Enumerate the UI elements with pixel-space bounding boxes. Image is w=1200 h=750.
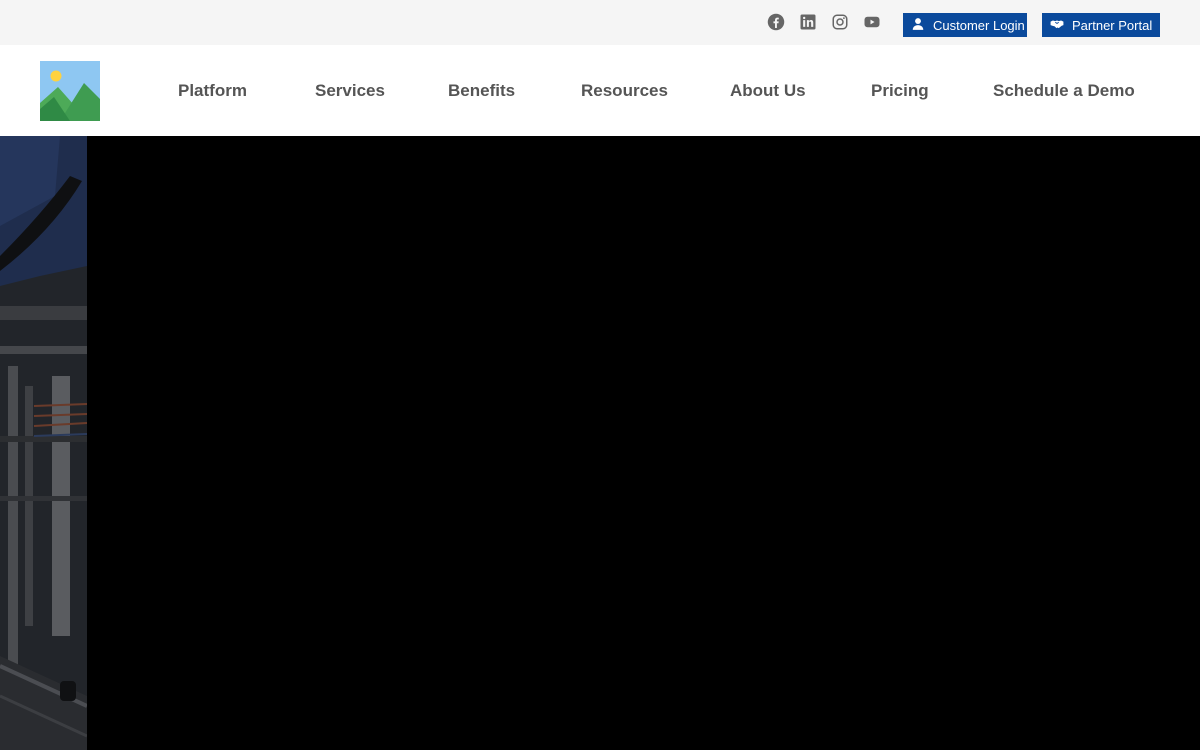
nav-item-pricing[interactable]: Pricing [871,80,929,102]
facebook-icon[interactable] [766,12,786,32]
partner-portal-button[interactable]: Partner Portal [1042,13,1160,37]
nav-item-services[interactable]: Services [315,80,385,102]
nav-item-about-us[interactable]: About Us [730,80,806,102]
hero-background-image [0,136,87,750]
partner-portal-label: Partner Portal [1072,17,1153,33]
nav-item-platform[interactable]: Platform [178,80,247,102]
customer-login-button[interactable]: Customer Login [903,13,1027,37]
nav-item-schedule-demo[interactable]: Schedule a Demo [993,80,1135,102]
top-utility-bar: Customer Login Partner Portal [0,0,1200,45]
handshake-icon [1050,17,1064,34]
nav-item-benefits[interactable]: Benefits [448,80,515,102]
image-placeholder-icon [40,61,100,121]
customer-login-label: Customer Login [933,17,1025,33]
youtube-icon[interactable] [862,12,882,32]
nav-item-resources[interactable]: Resources [581,80,668,102]
instagram-icon[interactable] [830,12,850,32]
user-icon [911,17,925,34]
site-logo[interactable] [40,61,100,121]
linkedin-icon[interactable] [798,12,818,32]
hero-section [0,136,1200,750]
main-header: Platform Services Benefits Resources Abo… [0,45,1200,136]
